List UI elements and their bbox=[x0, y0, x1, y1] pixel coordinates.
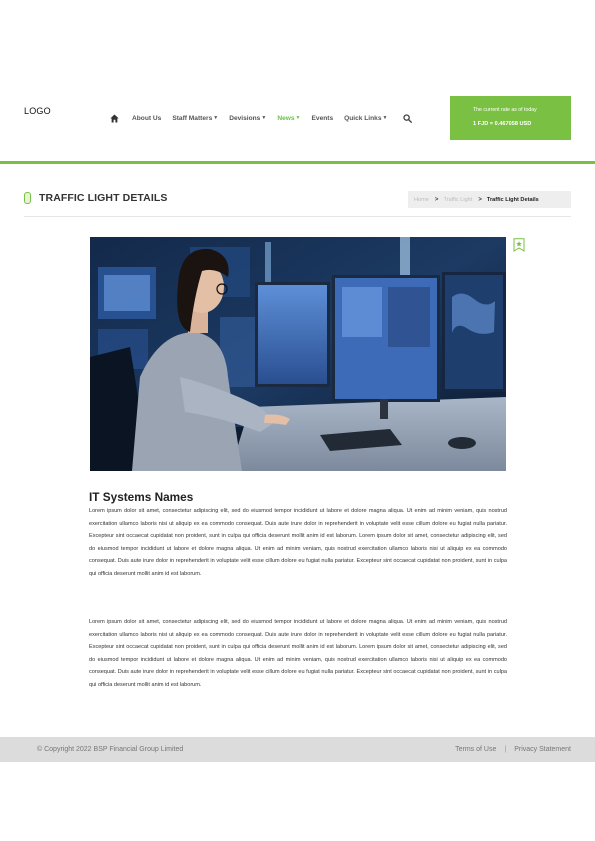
footer-links: Terms of Use | Privacy Statement bbox=[455, 746, 571, 753]
breadcrumb-separator-icon: > bbox=[434, 196, 439, 203]
site-header: LOGO About Us Staff Matters▼ Devisions▼ … bbox=[0, 0, 595, 164]
terms-of-use-link[interactable]: Terms of Use bbox=[455, 746, 496, 753]
home-icon[interactable] bbox=[108, 112, 120, 124]
nav-label: Quick Links bbox=[344, 114, 382, 122]
nav-staff-matters[interactable]: Staff Matters▼ bbox=[172, 115, 218, 122]
rate-label: The current rate as of today bbox=[473, 107, 537, 113]
caret-down-icon: ▼ bbox=[382, 114, 388, 121]
traffic-light-icon bbox=[24, 192, 31, 204]
nav-label: Events bbox=[311, 114, 334, 122]
caret-down-icon: ▼ bbox=[261, 114, 267, 121]
privacy-statement-link[interactable]: Privacy Statement bbox=[514, 746, 571, 753]
caret-down-icon: ▼ bbox=[213, 114, 219, 121]
article-title: IT Systems Names bbox=[89, 490, 194, 504]
breadcrumb: Home > Traffic Light > Traffic Light Det… bbox=[408, 191, 571, 208]
title-divider bbox=[24, 216, 571, 217]
search-icon[interactable] bbox=[402, 113, 412, 123]
logo[interactable]: LOGO bbox=[24, 106, 51, 116]
hero-illustration bbox=[90, 237, 506, 471]
nav-quick-links[interactable]: Quick Links▼ bbox=[344, 115, 387, 122]
nav-label: About Us bbox=[132, 114, 162, 122]
copyright: © Copyright 2022 BSP Financial Group Lim… bbox=[37, 746, 184, 753]
nav-about-us[interactable]: About Us bbox=[132, 115, 161, 122]
exchange-rate-box: The current rate as of today 1 FJD = 0.4… bbox=[450, 96, 571, 140]
nav-label: News bbox=[277, 114, 295, 122]
nav-label: Devisions bbox=[229, 114, 261, 122]
nav-devisions[interactable]: Devisions▼ bbox=[229, 115, 266, 122]
article-hero-image bbox=[90, 237, 506, 471]
breadcrumb-home[interactable]: Home bbox=[414, 197, 429, 203]
footer-separator: | bbox=[504, 746, 507, 753]
breadcrumb-current: Traffic Light Details bbox=[486, 196, 539, 203]
main-nav: About Us Staff Matters▼ Devisions▼ News▼… bbox=[108, 112, 412, 124]
header-divider bbox=[0, 161, 595, 164]
breadcrumb-traffic-light[interactable]: Traffic Light bbox=[443, 197, 472, 203]
nav-news[interactable]: News▼ bbox=[277, 115, 300, 122]
nav-events[interactable]: Events bbox=[312, 115, 334, 122]
nav-label: Staff Matters bbox=[172, 114, 213, 122]
breadcrumb-separator-icon: > bbox=[478, 196, 482, 203]
rate-value: 1 FJD = 0.467058 USD bbox=[473, 121, 532, 127]
site-footer: © Copyright 2022 BSP Financial Group Lim… bbox=[0, 737, 595, 762]
article-paragraph: Lorem ipsum dolor sit amet, consectetur … bbox=[89, 619, 507, 688]
bookmark-star-icon[interactable] bbox=[513, 238, 525, 252]
article-paragraph: Lorem ipsum dolor sit amet, consectetur … bbox=[89, 508, 507, 577]
caret-down-icon: ▼ bbox=[295, 114, 301, 121]
page-title: TRAFFIC LIGHT DETAILS bbox=[39, 192, 168, 204]
page-title-bar: TRAFFIC LIGHT DETAILS bbox=[24, 190, 167, 206]
